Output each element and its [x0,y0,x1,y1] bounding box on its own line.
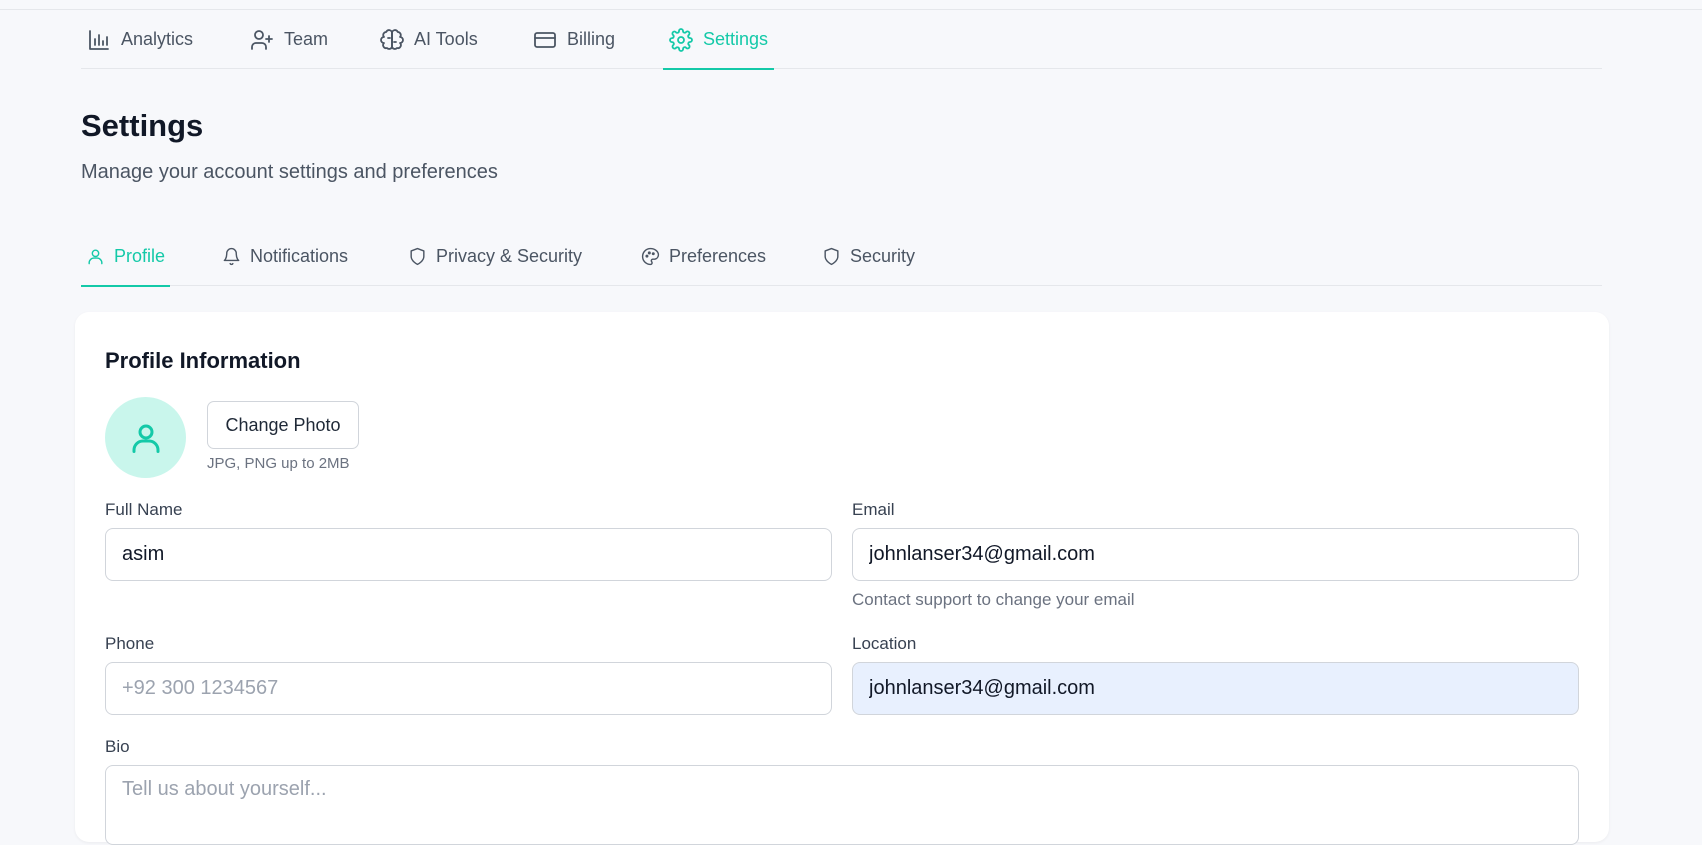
nav-item-analytics[interactable]: Analytics [81,10,199,69]
nav-item-settings[interactable]: Settings [663,10,775,70]
tab-security[interactable]: Security [817,226,920,286]
gear-icon [669,27,693,52]
nav-item-label: AI Tools [414,29,478,49]
profile-card-title: Profile Information [105,348,301,373]
user-icon [88,248,103,264]
nav-item-team[interactable]: Team [244,10,334,69]
phone-input[interactable] [105,662,832,715]
tab-notifications[interactable]: Notifications [217,226,353,286]
profile-card: Profile Information Change Photo JPG, PN… [75,312,1609,845]
page-subtitle: Manage your account settings and prefere… [81,161,498,183]
phone-label: Phone [105,634,155,653]
bell-icon [223,247,240,265]
tab-profile[interactable]: Profile [81,226,171,287]
full-name-input[interactable] [105,528,832,581]
shield-icon [824,247,839,265]
photo-hint: JPG, PNG up to 2MB [207,455,350,472]
tab-label: Security [850,245,916,266]
shield-icon [410,247,425,265]
email-label: Email [852,500,895,519]
nav-item-ai-tools[interactable]: AI Tools [374,10,484,69]
bio-textarea[interactable] [105,765,1579,845]
palette-icon [641,247,660,265]
brain-icon [380,28,404,50]
nav-item-label: Team [284,29,329,49]
page-title: Settings [81,108,204,143]
nav-item-label: Settings [703,29,769,49]
user-icon [132,424,159,453]
location-input[interactable] [852,662,1579,715]
nav-item-billing[interactable]: Billing [527,10,621,69]
email-hint: Contact support to change your email [852,590,1135,609]
tab-label: Notifications [250,245,349,266]
tab-preferences[interactable]: Preferences [636,226,771,286]
nav-item-label: Analytics [121,29,194,49]
tab-label: Privacy & Security [436,245,583,266]
tab-label: Profile [114,245,166,266]
bar-chart-icon [89,29,109,50]
tab-label: Preferences [669,245,767,266]
email-input[interactable] [852,528,1579,581]
nav-item-label: Billing [567,29,616,49]
settings-tabs: Profile Notifications Privacy & Security… [81,226,1602,287]
avatar [105,397,186,478]
credit-card-icon [534,31,556,48]
change-photo-button[interactable]: Change Photo [207,401,359,449]
tab-privacy-security[interactable]: Privacy & Security [403,226,587,286]
bio-label: Bio [105,737,130,756]
full-name-label: Full Name [105,500,183,519]
user-plus-icon [251,29,273,50]
location-label: Location [852,634,917,653]
top-navigation: Analytics Team AI Tools Billing Settings [81,10,1602,70]
